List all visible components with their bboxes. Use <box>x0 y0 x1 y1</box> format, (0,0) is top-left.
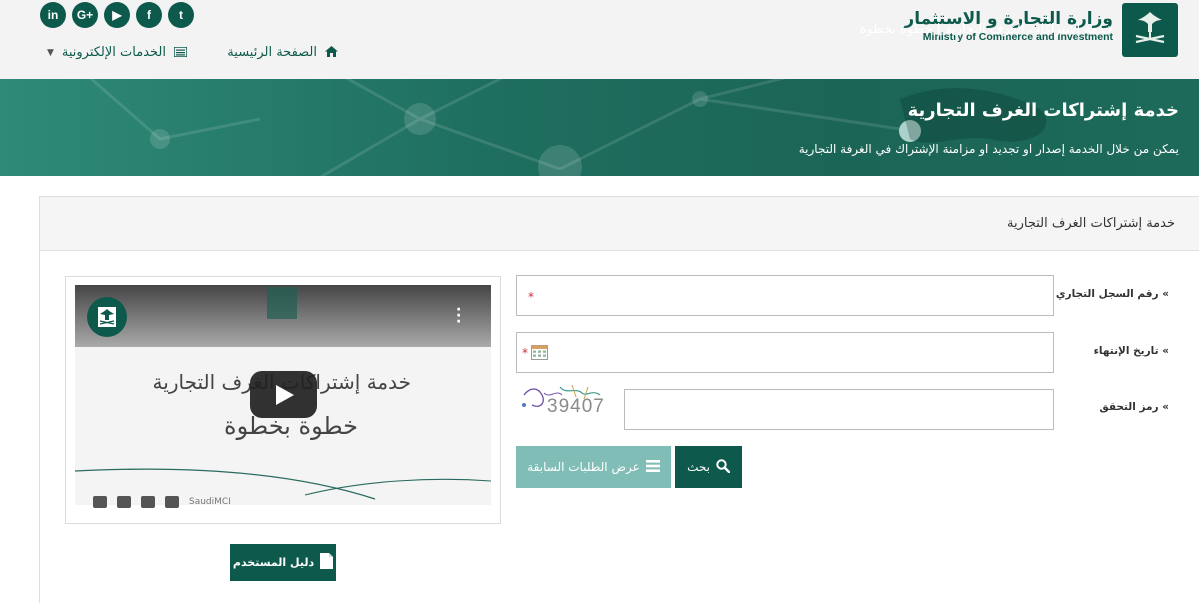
nav-eservices-menu[interactable]: الخدمات الإلكترونية ▼ <box>46 45 188 60</box>
required-mark: * <box>522 346 528 360</box>
caret-down-icon: ▼ <box>46 47 54 58</box>
video-footer-handle: SaudiMCI <box>189 497 231 507</box>
video-footer: SaudiMCI <box>93 496 231 508</box>
panel-header: خدمة إشتراكات الغرف التجارية <box>40 197 1199 251</box>
expiry-date-input[interactable] <box>516 332 1054 373</box>
banner-title: خدمة إشتراكات الغرف التجارية <box>907 100 1179 121</box>
previous-requests-label: عرض الطلبات السابقة <box>527 460 640 474</box>
video-title[interactable]: خدمة إشتراكات الغرف التجارية | خطوة بخطو… <box>860 22 1113 37</box>
more-options-icon[interactable]: · · · <box>456 303 461 329</box>
user-guide-label: دليل المستخدم <box>232 556 315 569</box>
search-button-label: بحث <box>687 460 710 474</box>
youtube-icon[interactable]: ▶ <box>104 2 130 28</box>
search-icon <box>716 458 731 476</box>
search-button[interactable]: بحث <box>675 446 742 488</box>
document-icon <box>320 553 334 572</box>
banner-subtitle: يمكن من خلال الخدمة إصدار او تجديد او مز… <box>798 142 1179 156</box>
site-header: وزارة التجارة و الاستثمار Ministry of Co… <box>0 0 1199 79</box>
twitter-icon <box>93 496 107 508</box>
list-bars-icon <box>645 459 660 475</box>
network-decoration <box>89 79 1047 176</box>
facebook-icon[interactable]: f <box>136 2 162 28</box>
twitter-icon[interactable]: t <box>168 2 194 28</box>
ministry-emblem-icon[interactable] <box>1122 3 1178 57</box>
captcha-label: » رمز التحقق <box>1099 401 1169 413</box>
user-guide-button[interactable]: دليل المستخدم <box>230 544 336 581</box>
list-icon <box>173 45 188 60</box>
facebook-icon <box>117 496 131 508</box>
cr-number-input[interactable] <box>516 275 1054 316</box>
captcha-input[interactable] <box>624 389 1054 430</box>
linkedin-icon[interactable]: in <box>40 2 66 28</box>
channel-avatar-icon[interactable] <box>86 296 128 342</box>
captcha-code: 39407 <box>547 396 605 417</box>
nav-home-label: الصفحة الرئيسية <box>227 45 317 60</box>
instagram-icon <box>141 496 155 508</box>
google-plus-icon[interactable]: G+ <box>72 2 98 28</box>
calendar-icon[interactable] <box>531 345 548 364</box>
play-button-icon[interactable] <box>250 371 317 418</box>
youtube-icon <box>165 496 179 508</box>
home-icon <box>325 45 338 60</box>
nav-home-link[interactable]: الصفحة الرئيسية <box>227 45 338 60</box>
cr-number-label: » رقم السجل التجاري <box>1055 288 1169 300</box>
nav-eservices-label: الخدمات الإلكترونية <box>61 45 166 60</box>
expiry-date-label: » تاريخ الإنتهاء <box>1093 345 1169 357</box>
required-mark: * <box>528 290 534 304</box>
social-links: in G+ ▶ f t <box>40 2 194 28</box>
page-banner: خدمة إشتراكات الغرف التجارية يمكن من خلا… <box>0 79 1199 176</box>
previous-requests-button[interactable]: عرض الطلبات السابقة <box>516 446 671 488</box>
panel-title: خدمة إشتراكات الغرف التجارية <box>1007 216 1175 231</box>
